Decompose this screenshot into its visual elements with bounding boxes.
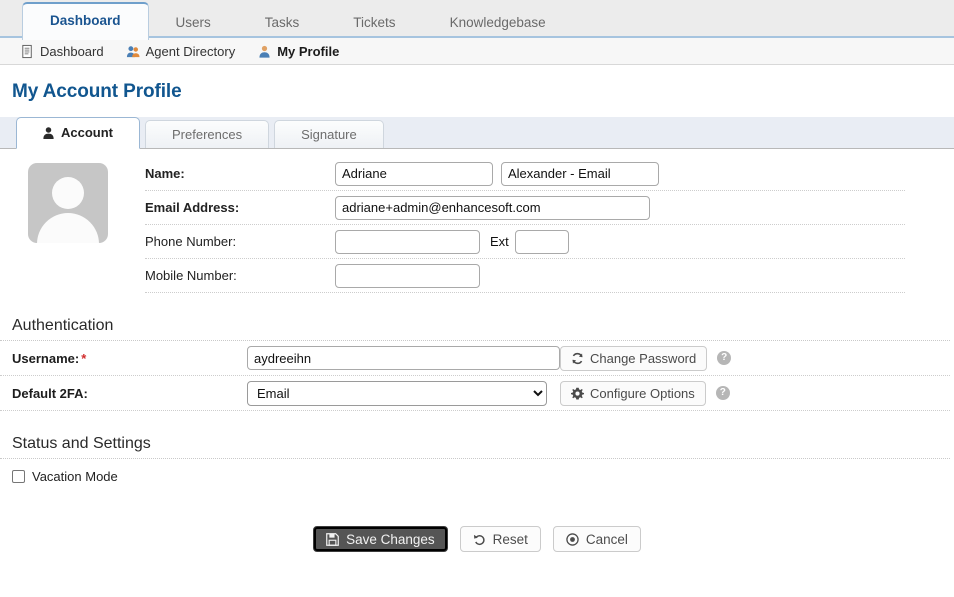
status-settings-section: Status and Settings Vacation Mode [0, 435, 954, 484]
subnav-item-agent-directory-label: Agent Directory [145, 43, 236, 59]
label-ext: Ext [490, 234, 509, 249]
save-changes-button[interactable]: Save Changes [313, 526, 448, 552]
label-phone-number: Phone Number: [145, 234, 237, 249]
reset-button[interactable]: Reset [459, 526, 541, 552]
account-form: Name: Email Address: Phone Number: Ext M… [0, 149, 954, 293]
status-settings-heading: Status and Settings [0, 435, 950, 459]
label-username-text: Username: [12, 350, 80, 366]
phone-ext-input[interactable] [514, 229, 569, 254]
vacation-mode-checkbox[interactable] [12, 470, 25, 483]
row-name: Name: [145, 157, 905, 191]
tab-account[interactable]: Account [16, 117, 140, 149]
first-name-input[interactable] [335, 161, 493, 186]
main-tab-knowledgebase[interactable]: Knowledgebase [423, 7, 573, 38]
gear-icon [571, 387, 584, 400]
row-mobile: Mobile Number: [145, 259, 905, 293]
sub-navigation-bar: Dashboard Agent Directory My Profile [0, 38, 954, 65]
person-icon [43, 127, 54, 139]
users-group-icon [126, 45, 140, 57]
main-tab-tickets-label: Tickets [353, 15, 396, 30]
undo-icon [473, 534, 485, 545]
label-mobile-number: Mobile Number: [145, 268, 237, 283]
cancel-icon [566, 532, 579, 546]
row-vacation-mode: Vacation Mode [0, 459, 954, 484]
change-password-label: Change Password [590, 350, 697, 366]
label-default-2fa: Default 2FA: [12, 385, 88, 401]
required-asterisk: * [81, 350, 87, 366]
tab-preferences-label: Preferences [172, 127, 243, 142]
main-tab-tasks[interactable]: Tasks [238, 7, 327, 38]
main-tab-tasks-label: Tasks [264, 15, 300, 30]
account-field-rows: Name: Email Address: Phone Number: Ext M… [145, 157, 905, 293]
phone-number-input[interactable] [335, 229, 480, 254]
avatar-head-shape [52, 177, 84, 209]
main-tab-tickets[interactable]: Tickets [326, 7, 422, 38]
last-name-input[interactable] [501, 161, 659, 186]
mobile-number-input[interactable] [335, 263, 480, 288]
cancel-button[interactable]: Cancel [552, 526, 641, 552]
form-action-buttons: Save Changes Reset Cancel [0, 526, 954, 552]
main-nav-tab-list: Dashboard Users Tasks Tickets Knowledgeb… [0, 0, 954, 40]
row-email: Email Address: [145, 191, 905, 225]
tab-signature[interactable]: Signature [274, 120, 384, 148]
username-input [247, 346, 560, 370]
configure-options-button[interactable]: Configure Options [560, 380, 706, 406]
default-2fa-select[interactable]: Email [247, 380, 547, 406]
label-username: Username: * [12, 351, 247, 366]
main-tab-dashboard[interactable]: Dashboard [22, 2, 149, 40]
subnav-item-my-profile-label: My Profile [277, 43, 340, 59]
subnav-item-dashboard[interactable]: Dashboard [20, 44, 104, 59]
change-password-button[interactable]: Change Password [560, 345, 708, 371]
default-2fa-help-icon[interactable]: ? [715, 386, 730, 400]
row-phone: Phone Number: Ext [145, 225, 905, 259]
reset-label: Reset [492, 531, 528, 547]
authentication-section: Authentication Username:* Change Passwor… [0, 317, 954, 411]
subnav-item-dashboard-label: Dashboard [40, 43, 104, 59]
document-icon [22, 44, 32, 58]
username-help-icon[interactable]: ? [717, 351, 732, 365]
avatar-placeholder-image [28, 163, 108, 243]
main-navigation-bar: Dashboard Users Tasks Tickets Knowledgeb… [0, 0, 954, 40]
email-address-input[interactable] [335, 195, 650, 220]
main-tab-users[interactable]: Users [149, 7, 238, 38]
configure-options-label: Configure Options [590, 385, 695, 401]
tab-preferences[interactable]: Preferences [145, 120, 270, 148]
subnav-item-my-profile[interactable]: My Profile [257, 44, 339, 59]
main-tab-users-label: Users [175, 15, 211, 30]
main-tab-knowledgebase-label: Knowledgebase [449, 15, 546, 30]
avatar[interactable] [28, 163, 108, 243]
cancel-label: Cancel [585, 531, 628, 547]
avatar-body-shape [37, 213, 99, 243]
user-icon [259, 45, 270, 58]
label-name: Name: [145, 166, 185, 181]
row-username: Username:* Change Password ? [0, 341, 950, 376]
subnav-item-agent-directory[interactable]: Agent Directory [126, 43, 236, 59]
authentication-heading: Authentication [0, 317, 950, 341]
profile-tab-strip: Account Preferences Signature [0, 117, 954, 149]
row-default-2fa: Default 2FA: Email Configure Options ? [0, 376, 950, 411]
page-title: My Account Profile [12, 81, 182, 102]
refresh-icon [572, 352, 583, 364]
tab-account-label: Account [61, 125, 113, 140]
main-tab-dashboard-label: Dashboard [50, 13, 121, 28]
save-changes-label: Save Changes [346, 531, 435, 547]
label-email-address: Email Address: [145, 200, 240, 215]
save-icon [326, 532, 339, 546]
vacation-mode-label[interactable]: Vacation Mode [32, 469, 118, 484]
tab-signature-label: Signature [301, 127, 357, 142]
